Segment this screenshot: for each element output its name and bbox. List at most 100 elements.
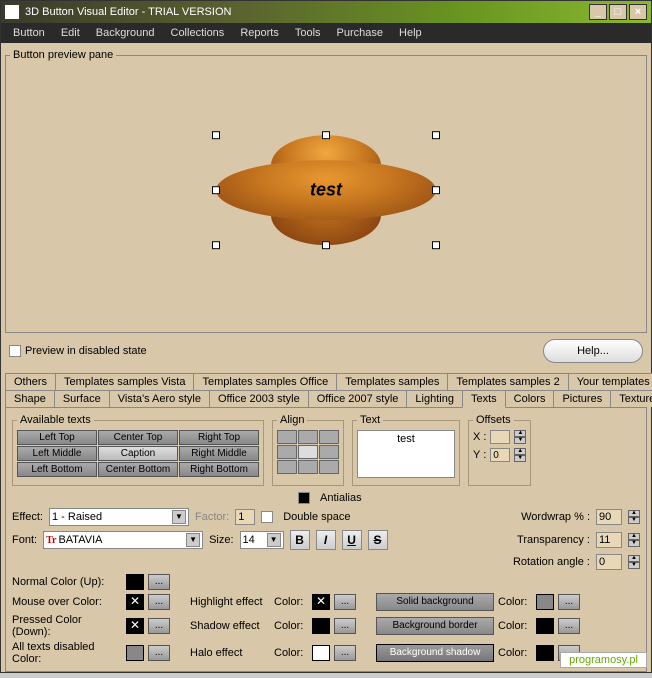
shadow-color-swatch[interactable] (312, 618, 330, 634)
chevron-down-icon[interactable]: ▼ (172, 510, 186, 524)
normal-color-swatch[interactable] (126, 574, 144, 590)
align-bl[interactable] (277, 460, 297, 474)
align-tc[interactable] (298, 430, 318, 444)
spin-down[interactable]: ▼ (628, 562, 640, 569)
button-preview[interactable]: test (216, 135, 436, 245)
resize-handle[interactable] (322, 131, 330, 139)
tab-your-templates[interactable]: Your templates (568, 373, 652, 390)
spin-up[interactable]: ▲ (628, 533, 640, 540)
resize-handle[interactable] (322, 241, 330, 249)
align-tl[interactable] (277, 430, 297, 444)
mouseover-color-swatch[interactable]: ✕ (126, 594, 144, 610)
resize-handle[interactable] (432, 241, 440, 249)
effect-combo[interactable]: 1 - Raised▼ (49, 508, 189, 526)
text-left-bottom[interactable]: Left Bottom (17, 462, 97, 477)
chevron-down-icon[interactable]: ▼ (267, 533, 281, 547)
resize-handle[interactable] (212, 241, 220, 249)
align-ml[interactable] (277, 445, 297, 459)
strike-button[interactable]: S (368, 530, 388, 550)
doublespace-checkbox[interactable] (261, 511, 273, 523)
resize-handle[interactable] (212, 131, 220, 139)
menu-collections[interactable]: Collections (163, 25, 233, 41)
solidbg-color-picker[interactable]: ... (558, 594, 580, 610)
spin-up[interactable]: ▲ (514, 448, 526, 455)
caption-text-input[interactable]: test (357, 430, 455, 478)
resize-handle[interactable] (432, 186, 440, 194)
tab-office2007[interactable]: Office 2007 style (308, 390, 408, 407)
text-right-middle[interactable]: Right Middle (179, 446, 259, 461)
tab-colors[interactable]: Colors (505, 390, 555, 407)
pressed-color-swatch[interactable]: ✕ (126, 618, 144, 634)
tab-others[interactable]: Others (5, 373, 56, 390)
spin-up[interactable]: ▲ (514, 430, 526, 437)
tab-templates-samples[interactable]: Templates samples (336, 373, 448, 390)
disabled-color-swatch[interactable] (126, 645, 144, 661)
chevron-down-icon[interactable]: ▼ (186, 533, 200, 547)
menu-edit[interactable]: Edit (53, 25, 88, 41)
underline-button[interactable]: U (342, 530, 362, 550)
antialias-checkbox[interactable] (298, 492, 310, 504)
text-center-top[interactable]: Center Top (98, 430, 178, 445)
italic-button[interactable]: I (316, 530, 336, 550)
halo-color-picker[interactable]: ... (334, 645, 356, 661)
maximize-button[interactable]: □ (609, 4, 627, 20)
menu-background[interactable]: Background (88, 25, 163, 41)
wordwrap-input[interactable] (596, 509, 622, 525)
tab-texts[interactable]: Texts (462, 390, 506, 408)
text-left-top[interactable]: Left Top (17, 430, 97, 445)
mouseover-color-picker[interactable]: ... (148, 594, 170, 610)
resize-handle[interactable] (432, 131, 440, 139)
offset-y-input[interactable] (490, 448, 510, 462)
tab-textures[interactable]: Textures (610, 390, 652, 407)
spin-down[interactable]: ▼ (628, 540, 640, 547)
tab-office2003[interactable]: Office 2003 style (209, 390, 309, 407)
transparency-input[interactable] (596, 532, 622, 548)
menu-tools[interactable]: Tools (287, 25, 329, 41)
align-br[interactable] (319, 460, 339, 474)
menu-reports[interactable]: Reports (232, 25, 287, 41)
bgborder-color-swatch[interactable] (536, 618, 554, 634)
disabled-preview-checkbox[interactable] (9, 345, 21, 357)
align-bc[interactable] (298, 460, 318, 474)
solidbg-color-swatch[interactable] (536, 594, 554, 610)
rotation-input[interactable] (596, 554, 622, 570)
disabled-color-picker[interactable]: ... (148, 645, 170, 661)
text-right-bottom[interactable]: Right Bottom (179, 462, 259, 477)
tab-templates-office[interactable]: Templates samples Office (193, 373, 337, 390)
bg-border-button[interactable]: Background border (376, 617, 494, 635)
tab-templates-vista[interactable]: Templates samples Vista (55, 373, 194, 390)
spin-down[interactable]: ▼ (628, 517, 640, 524)
menu-help[interactable]: Help (391, 25, 430, 41)
align-mr[interactable] (319, 445, 339, 459)
tab-vista-aero[interactable]: Vista's Aero style (109, 390, 210, 407)
text-caption[interactable]: Caption (98, 446, 178, 461)
font-combo[interactable]: Tr BATAVIA▼ (43, 531, 203, 549)
tab-lighting[interactable]: Lighting (406, 390, 463, 407)
minimize-button[interactable]: _ (589, 4, 607, 20)
menu-button[interactable]: Button (5, 25, 53, 41)
spin-up[interactable]: ▲ (628, 510, 640, 517)
tab-surface[interactable]: Surface (54, 390, 110, 407)
tab-shape[interactable]: Shape (5, 390, 55, 407)
normal-color-picker[interactable]: ... (148, 574, 170, 590)
highlight-color-swatch[interactable]: ✕ (312, 594, 330, 610)
bg-shadow-button[interactable]: Background shadow (376, 644, 494, 662)
bold-button[interactable]: B (290, 530, 310, 550)
spin-down[interactable]: ▼ (514, 437, 526, 444)
close-button[interactable]: × (629, 4, 647, 20)
tab-pictures[interactable]: Pictures (553, 390, 611, 407)
shadow-color-picker[interactable]: ... (334, 618, 356, 634)
align-mc[interactable] (298, 445, 318, 459)
menu-purchase[interactable]: Purchase (329, 25, 391, 41)
tab-templates-samples2[interactable]: Templates samples 2 (447, 373, 568, 390)
text-left-middle[interactable]: Left Middle (17, 446, 97, 461)
bgshadow-color-swatch[interactable] (536, 645, 554, 661)
size-combo[interactable]: 14▼ (240, 531, 284, 549)
offset-x-input[interactable] (490, 430, 510, 444)
help-button[interactable]: Help... (543, 339, 643, 363)
pressed-color-picker[interactable]: ... (148, 618, 170, 634)
highlight-color-picker[interactable]: ... (334, 594, 356, 610)
resize-handle[interactable] (212, 186, 220, 194)
spin-up[interactable]: ▲ (628, 555, 640, 562)
text-center-bottom[interactable]: Center Bottom (98, 462, 178, 477)
